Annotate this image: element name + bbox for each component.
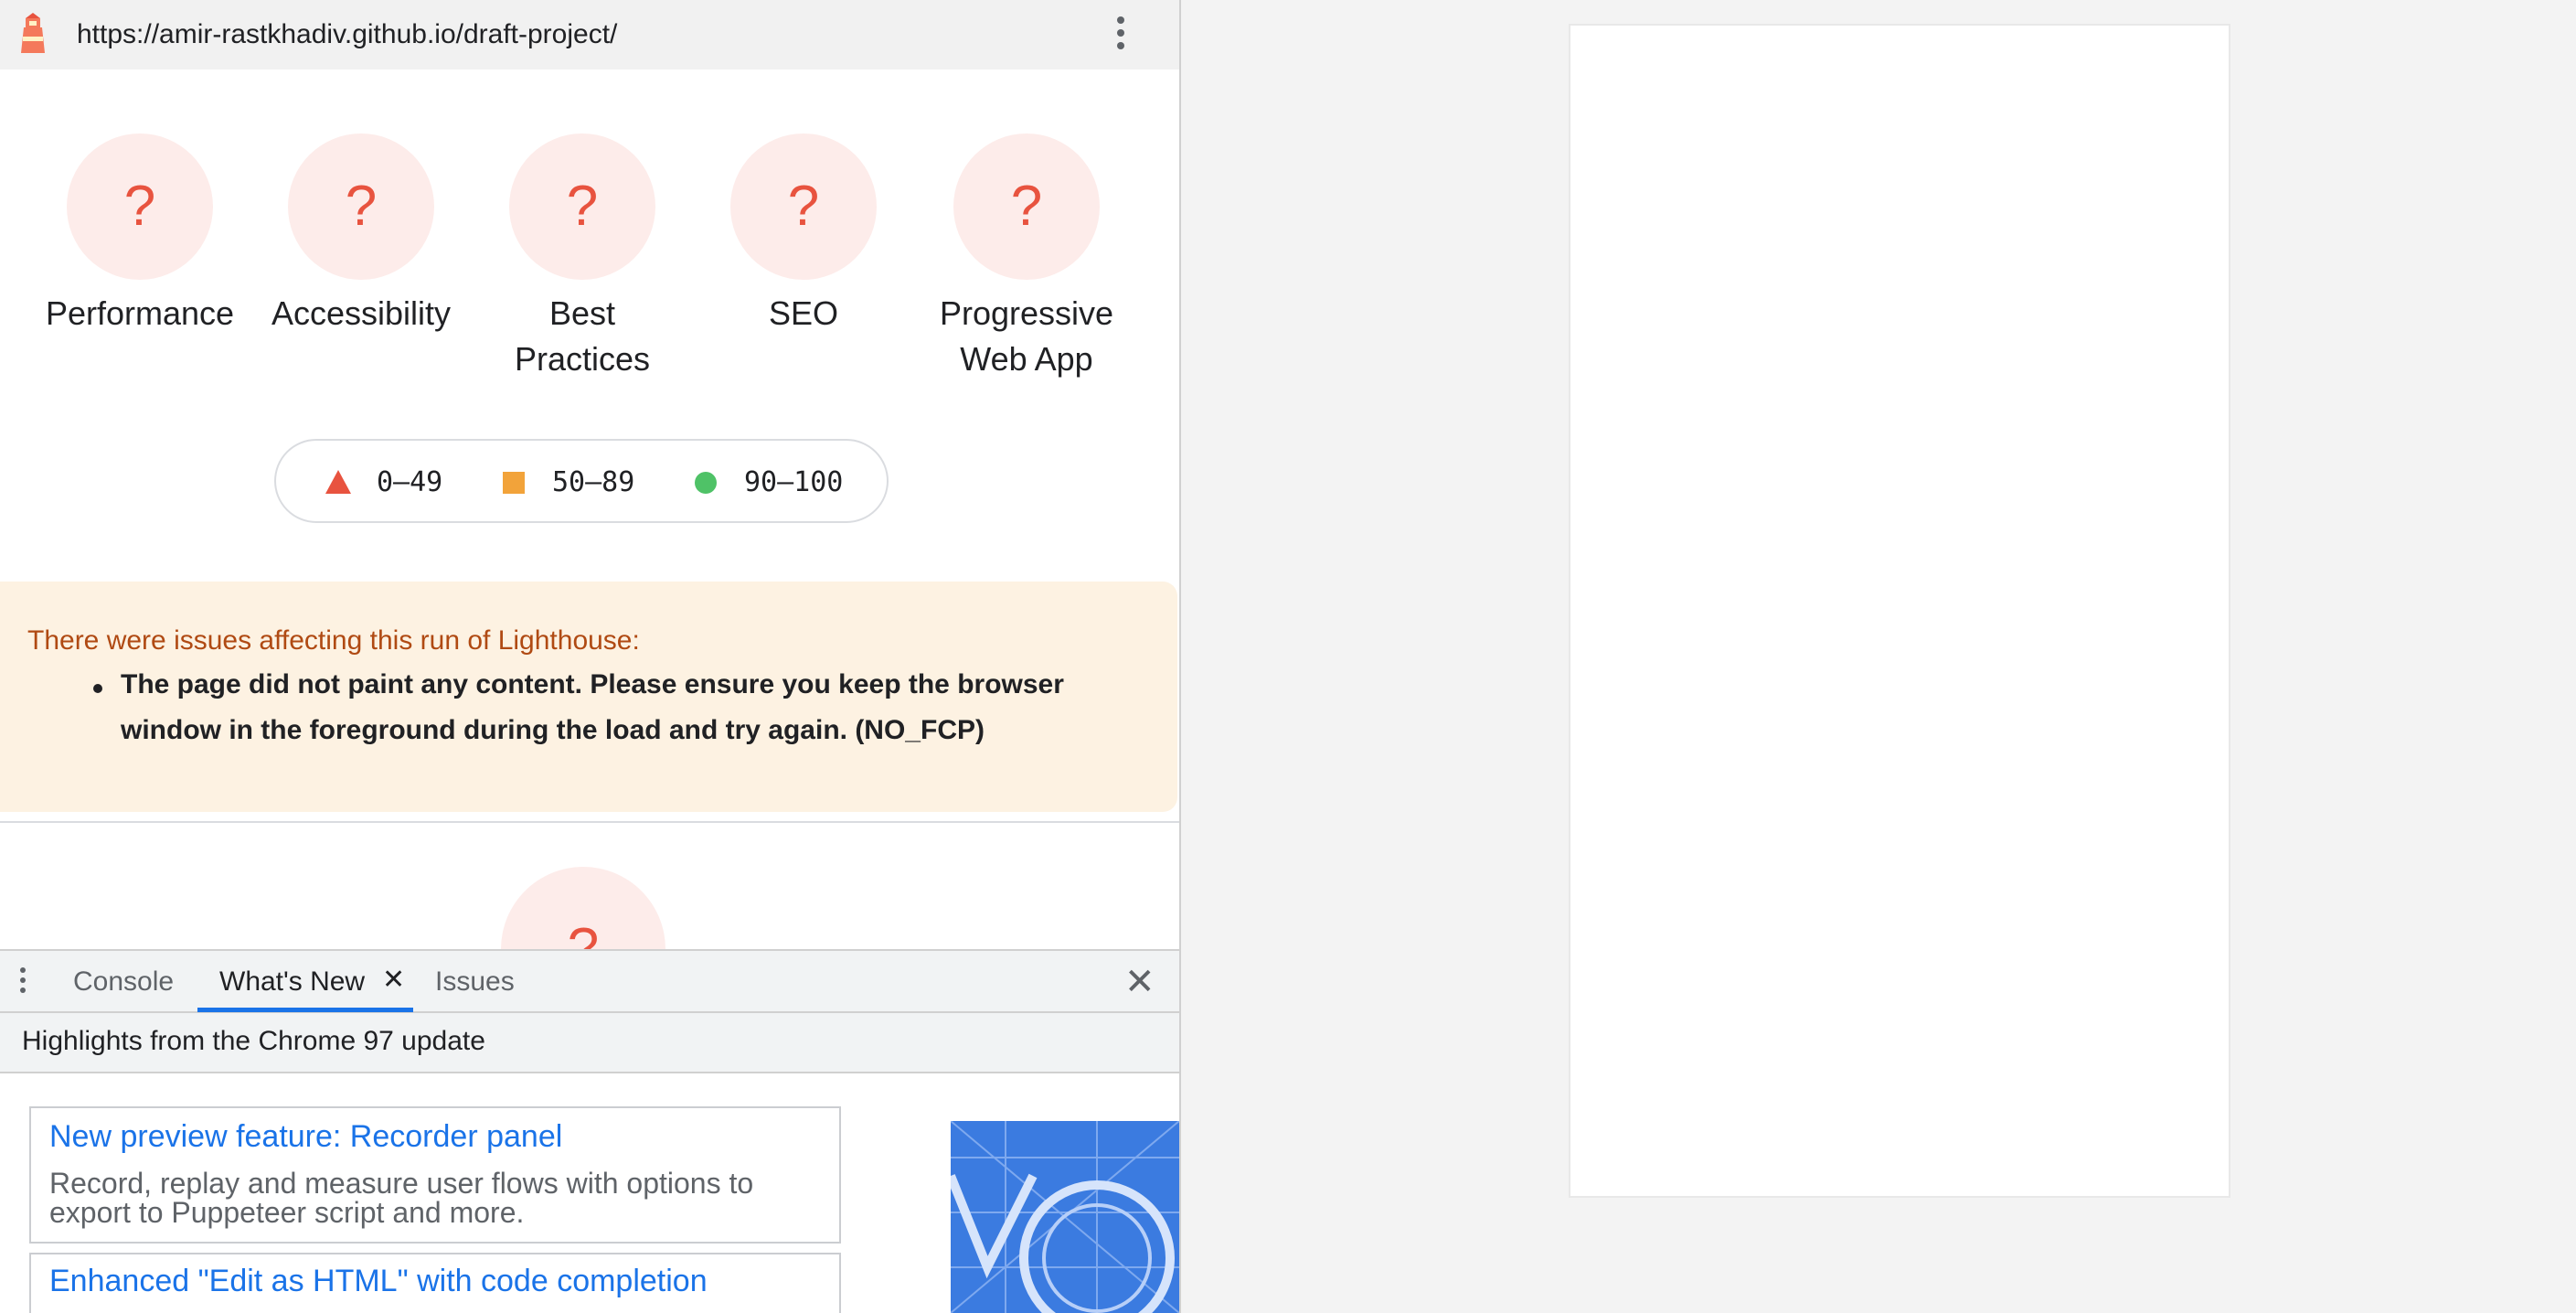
tab-issues[interactable]: Issues <box>435 966 515 998</box>
active-tab-indicator <box>197 1008 413 1012</box>
gauge-performance[interactable]: ? Performance <box>29 133 250 336</box>
bullet <box>93 684 102 693</box>
gauge-score: ? <box>288 133 434 280</box>
gauge-label: Performance <box>45 294 235 332</box>
tab-console[interactable]: Console <box>73 966 174 998</box>
feature-card-title[interactable]: Enhanced "Edit as HTML" with code comple… <box>49 1264 708 1299</box>
feature-card[interactable]: New preview feature: Recorder panel Reco… <box>29 1106 841 1244</box>
gauge-pwa[interactable]: ? Progressive Web App <box>916 133 1137 382</box>
gauge-seo[interactable]: ? SEO <box>693 133 914 336</box>
gauge-accessibility[interactable]: ? Accessibility <box>250 133 472 336</box>
legend-fail-range: 0–49 <box>377 466 443 498</box>
lighthouse-logo-icon <box>21 13 45 53</box>
close-drawer-icon[interactable]: ✕ <box>1124 962 1155 1002</box>
gauge-score: ? <box>953 133 1100 280</box>
average-square-icon <box>503 472 525 494</box>
gauge-score: ? <box>67 133 213 280</box>
warning-item: The page did not paint any content. Plea… <box>121 669 1064 745</box>
divider <box>0 821 1179 823</box>
pass-circle-icon <box>695 472 717 494</box>
report-url-link[interactable]: https://amir-rastkhadiv.github.io/draft-… <box>77 18 617 51</box>
feature-card-description: Record, replay and measure user flows wi… <box>49 1167 754 1229</box>
chrome-update-thumbnail[interactable] <box>951 1121 1179 1313</box>
legend-pass-range: 90–100 <box>744 466 844 498</box>
more-options-icon[interactable] <box>1108 13 1134 57</box>
gauge-score: ? <box>730 133 877 280</box>
warnings-title: There were issues affecting this run of … <box>27 625 640 656</box>
drawer-menu-icon[interactable] <box>20 967 27 998</box>
gauge-label: Progressive Web App <box>939 294 1114 378</box>
gauge-label: Accessibility <box>271 294 452 332</box>
page-preview-blank <box>1569 24 2230 1198</box>
legend-average-range: 50–89 <box>552 466 635 498</box>
feature-card-title[interactable]: New preview feature: Recorder panel <box>49 1119 562 1155</box>
gauge-score: ? <box>509 133 655 280</box>
tab-whats-new[interactable]: What's New <box>219 966 365 998</box>
blueprint-illustration-icon <box>951 1121 1179 1313</box>
run-warnings-box: There were issues affecting this run of … <box>0 582 1177 812</box>
gauge-best-practices[interactable]: ? Best Practices <box>472 133 693 382</box>
whats-new-header: Highlights from the Chrome 97 update <box>0 1013 1179 1073</box>
whats-new-subtitle: Highlights from the Chrome 97 update <box>22 1026 485 1056</box>
gauge-label: SEO <box>768 294 839 332</box>
score-scale-legend: 0–49 50–89 90–100 <box>274 439 889 523</box>
drawer-tab-bar: Console What's New ✕ Issues ✕ <box>0 949 1179 1013</box>
feature-card[interactable]: Enhanced "Edit as HTML" with code comple… <box>29 1253 841 1313</box>
lighthouse-devtools-pane: https://amir-rastkhadiv.github.io/draft-… <box>0 0 1181 1313</box>
devtools-drawer: Console What's New ✕ Issues ✕ Highlights… <box>0 949 1179 1313</box>
report-url-bar: https://amir-rastkhadiv.github.io/draft-… <box>0 0 1179 69</box>
gauge-label: Best Practices <box>514 294 651 378</box>
close-tab-icon[interactable]: ✕ <box>382 964 405 996</box>
fail-triangle-icon <box>325 470 351 494</box>
